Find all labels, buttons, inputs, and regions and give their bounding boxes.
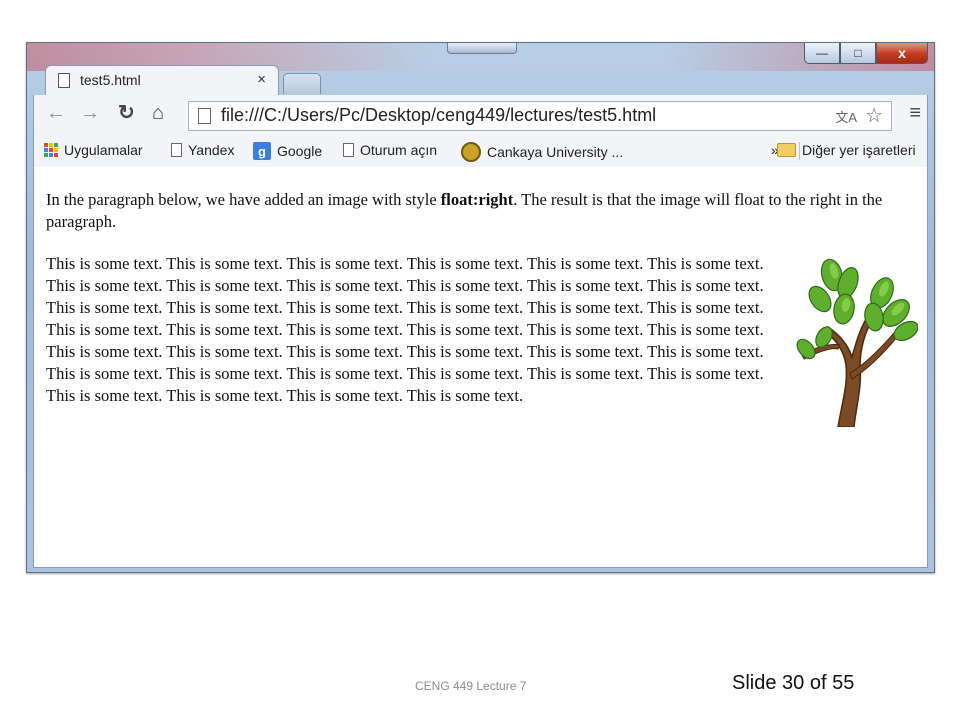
translate-icon[interactable]: 文A: [835, 107, 857, 126]
tab-close-icon[interactable]: ×: [257, 71, 266, 88]
window-top-handle: [447, 43, 517, 54]
bookmark-cankaya[interactable]: Cankaya University ...: [461, 142, 623, 162]
maximize-button[interactable]: □: [840, 43, 876, 64]
bookmark-label: Uygulamalar: [64, 142, 143, 158]
new-tab-button[interactable]: [283, 73, 321, 94]
bookmarks-bar: Uygulamalar Yandex g Google Oturum açın …: [33, 135, 928, 168]
bookmark-label: Google: [277, 143, 323, 159]
bookmark-yandex[interactable]: Yandex: [171, 142, 234, 158]
page-content: In the paragraph below, we have added an…: [33, 167, 928, 568]
window-controls: — □ x: [804, 43, 928, 65]
tab-test5[interactable]: test5.html ×: [45, 65, 279, 96]
url-text[interactable]: file:///C:/Users/Pc/Desktop/ceng449/lect…: [221, 105, 656, 126]
intro-bold-text: float:right: [440, 190, 514, 209]
bookmark-other[interactable]: Diğer yer işaretleri: [777, 142, 916, 158]
back-arrow-icon[interactable]: ←: [46, 103, 66, 123]
paragraph-text: This is some text. This is some text. Th…: [46, 254, 764, 405]
university-icon: [461, 142, 481, 162]
page-icon: [343, 143, 354, 157]
intro-text-start: In the paragraph below, we have added an…: [46, 190, 441, 209]
home-icon[interactable]: ⌂: [152, 103, 164, 123]
close-window-button[interactable]: x: [876, 43, 928, 64]
browser-window: — □ x test5.html × ← → ↻ ⌂ file:///C:/Us…: [26, 42, 935, 573]
bookmark-star-icon[interactable]: ☆: [865, 103, 883, 128]
bookmark-label: Diğer yer işaretleri: [802, 142, 916, 158]
page-icon: [58, 73, 70, 88]
bookmark-apps[interactable]: Uygulamalar: [44, 142, 143, 158]
reload-icon[interactable]: ↻: [118, 103, 135, 123]
menu-icon[interactable]: ≡: [909, 102, 921, 125]
page-icon: [198, 108, 211, 124]
google-icon: g: [253, 142, 271, 160]
lecture-footer: CENG 449 Lecture 7: [415, 679, 527, 693]
bookmark-label: Yandex: [188, 142, 235, 158]
page-icon: [171, 143, 182, 157]
bookmark-google[interactable]: g Google: [253, 142, 322, 160]
address-bar[interactable]: file:///C:/Users/Pc/Desktop/ceng449/lect…: [188, 101, 892, 131]
bookmark-label: Cankaya University ...: [487, 144, 624, 160]
bookmark-label: Oturum açın: [360, 142, 438, 158]
folder-icon: [777, 143, 796, 157]
forward-arrow-icon[interactable]: →: [80, 103, 100, 123]
text-paragraph: This is some text. This is some text. Th…: [46, 253, 918, 427]
tree-image: [796, 258, 918, 427]
minimize-button[interactable]: —: [804, 43, 840, 64]
slide-number: Slide 30 of 55: [732, 672, 855, 694]
apps-grid-icon: [44, 143, 58, 157]
tab-title: test5.html: [80, 72, 141, 88]
browser-toolbar: ← → ↻ ⌂ file:///C:/Users/Pc/Desktop/ceng…: [33, 95, 928, 135]
intro-paragraph: In the paragraph below, we have added an…: [46, 189, 918, 233]
bookmark-oturum[interactable]: Oturum açın: [343, 142, 437, 158]
